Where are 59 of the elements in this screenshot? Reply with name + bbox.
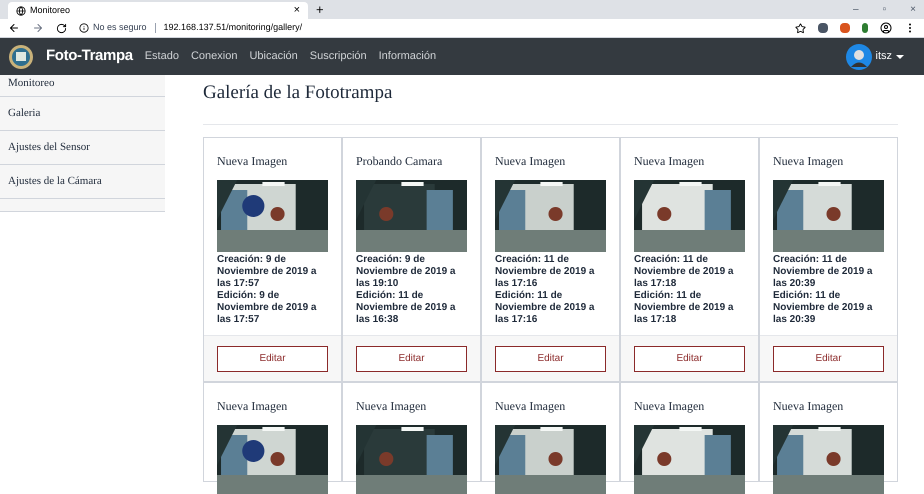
reload-icon[interactable] <box>56 22 67 34</box>
sidebar-item[interactable]: Galeria <box>0 97 165 131</box>
url-text[interactable]: 192.168.137.51/monitoring/gallery/ <box>164 21 302 35</box>
edit-date: Edición: 9 de Noviembre de 2019 a las 17:57 <box>217 290 318 326</box>
back-icon[interactable] <box>8 22 20 34</box>
caret-icon[interactable] <box>896 54 904 60</box>
edit-button[interactable]: Editar <box>217 346 328 372</box>
close-tab-button[interactable]: × <box>294 2 300 19</box>
creation-date: Creación: 9 de Noviembre de 2019 a las 19:10 <box>356 254 456 290</box>
user-name[interactable]: itsz <box>876 48 892 65</box>
card-title: Nueva Imagen <box>634 152 706 170</box>
edit-button[interactable]: Editar <box>356 346 467 372</box>
forward-icon[interactable] <box>32 22 44 34</box>
logo-icon <box>8 44 34 70</box>
globe-icon <box>16 6 26 16</box>
card-title: Nueva Imagen <box>217 152 288 170</box>
creation-date: Creación: 9 de Noviembre de 2019 a las 17:57 <box>217 254 318 290</box>
extension-icon[interactable] <box>818 23 828 33</box>
sidebar-item[interactable]: Monitoreo <box>0 75 165 97</box>
nav-link[interactable]: Estado <box>144 48 179 65</box>
window-control[interactable]: × <box>910 2 916 17</box>
card-title: Probando Camara <box>356 152 444 170</box>
brand-name[interactable]: Foto-Trampa <box>46 45 133 68</box>
extension-icon[interactable] <box>862 23 868 33</box>
new-tab-button[interactable]: + <box>316 0 324 20</box>
card-title: Nueva Imagen <box>773 398 844 414</box>
info-icon[interactable] <box>79 23 89 33</box>
card-title: Nueva Imagen <box>495 152 566 170</box>
window-control[interactable]: – <box>853 2 859 17</box>
profile-icon[interactable] <box>880 22 892 34</box>
edit-date: Edición: 11 de Noviembre de 2019 a las 16:38 <box>356 290 456 326</box>
edit-date: Edición: 11 de Noviembre de 2019 a las 20:39 <box>773 290 874 326</box>
card-title: Nueva Imagen <box>634 398 706 414</box>
card-title: Nueva Imagen <box>495 398 566 414</box>
card-title: Nueva Imagen <box>773 152 844 170</box>
card-title: Nueva Imagen <box>217 398 288 414</box>
creation-date: Creación: 11 de Noviembre de 2019 a las 20:39 <box>773 254 874 290</box>
nav-link[interactable]: Información <box>378 48 436 65</box>
star-icon[interactable] <box>795 22 806 34</box>
nav-link[interactable]: Suscripción <box>310 48 367 65</box>
sidebar-item[interactable]: Ajustes de la Cámara <box>0 165 165 199</box>
edit-button[interactable]: Editar <box>773 346 884 372</box>
extension-icon[interactable] <box>840 23 850 33</box>
edit-button[interactable]: Editar <box>495 346 606 372</box>
browser-tab[interactable]: Monitoreo × <box>8 2 308 19</box>
creation-date: Creación: 11 de Noviembre de 2019 a las 17:18 <box>634 254 734 290</box>
edit-date: Edición: 11 de Noviembre de 2019 a las 17:18 <box>634 290 734 326</box>
edit-date: Edición: 11 de Noviembre de 2019 a las 17:16 <box>495 290 596 326</box>
nav-link[interactable]: Conexion <box>190 48 238 65</box>
window-control[interactable]: ▫ <box>882 2 886 17</box>
creation-date: Creación: 11 de Noviembre de 2019 a las 17:16 <box>495 254 596 290</box>
security-label: No es seguro <box>93 21 147 34</box>
avatar-icon[interactable] <box>846 44 872 70</box>
nav-link[interactable]: Ubicación <box>249 48 298 65</box>
page-title: Galería de la Fototrampa <box>203 79 898 124</box>
card-title: Nueva Imagen <box>356 398 428 414</box>
tab-title: Monitoreo <box>30 4 72 17</box>
sidebar-item[interactable]: Ajustes del Sensor <box>0 131 165 165</box>
edit-button[interactable]: Editar <box>634 346 745 372</box>
